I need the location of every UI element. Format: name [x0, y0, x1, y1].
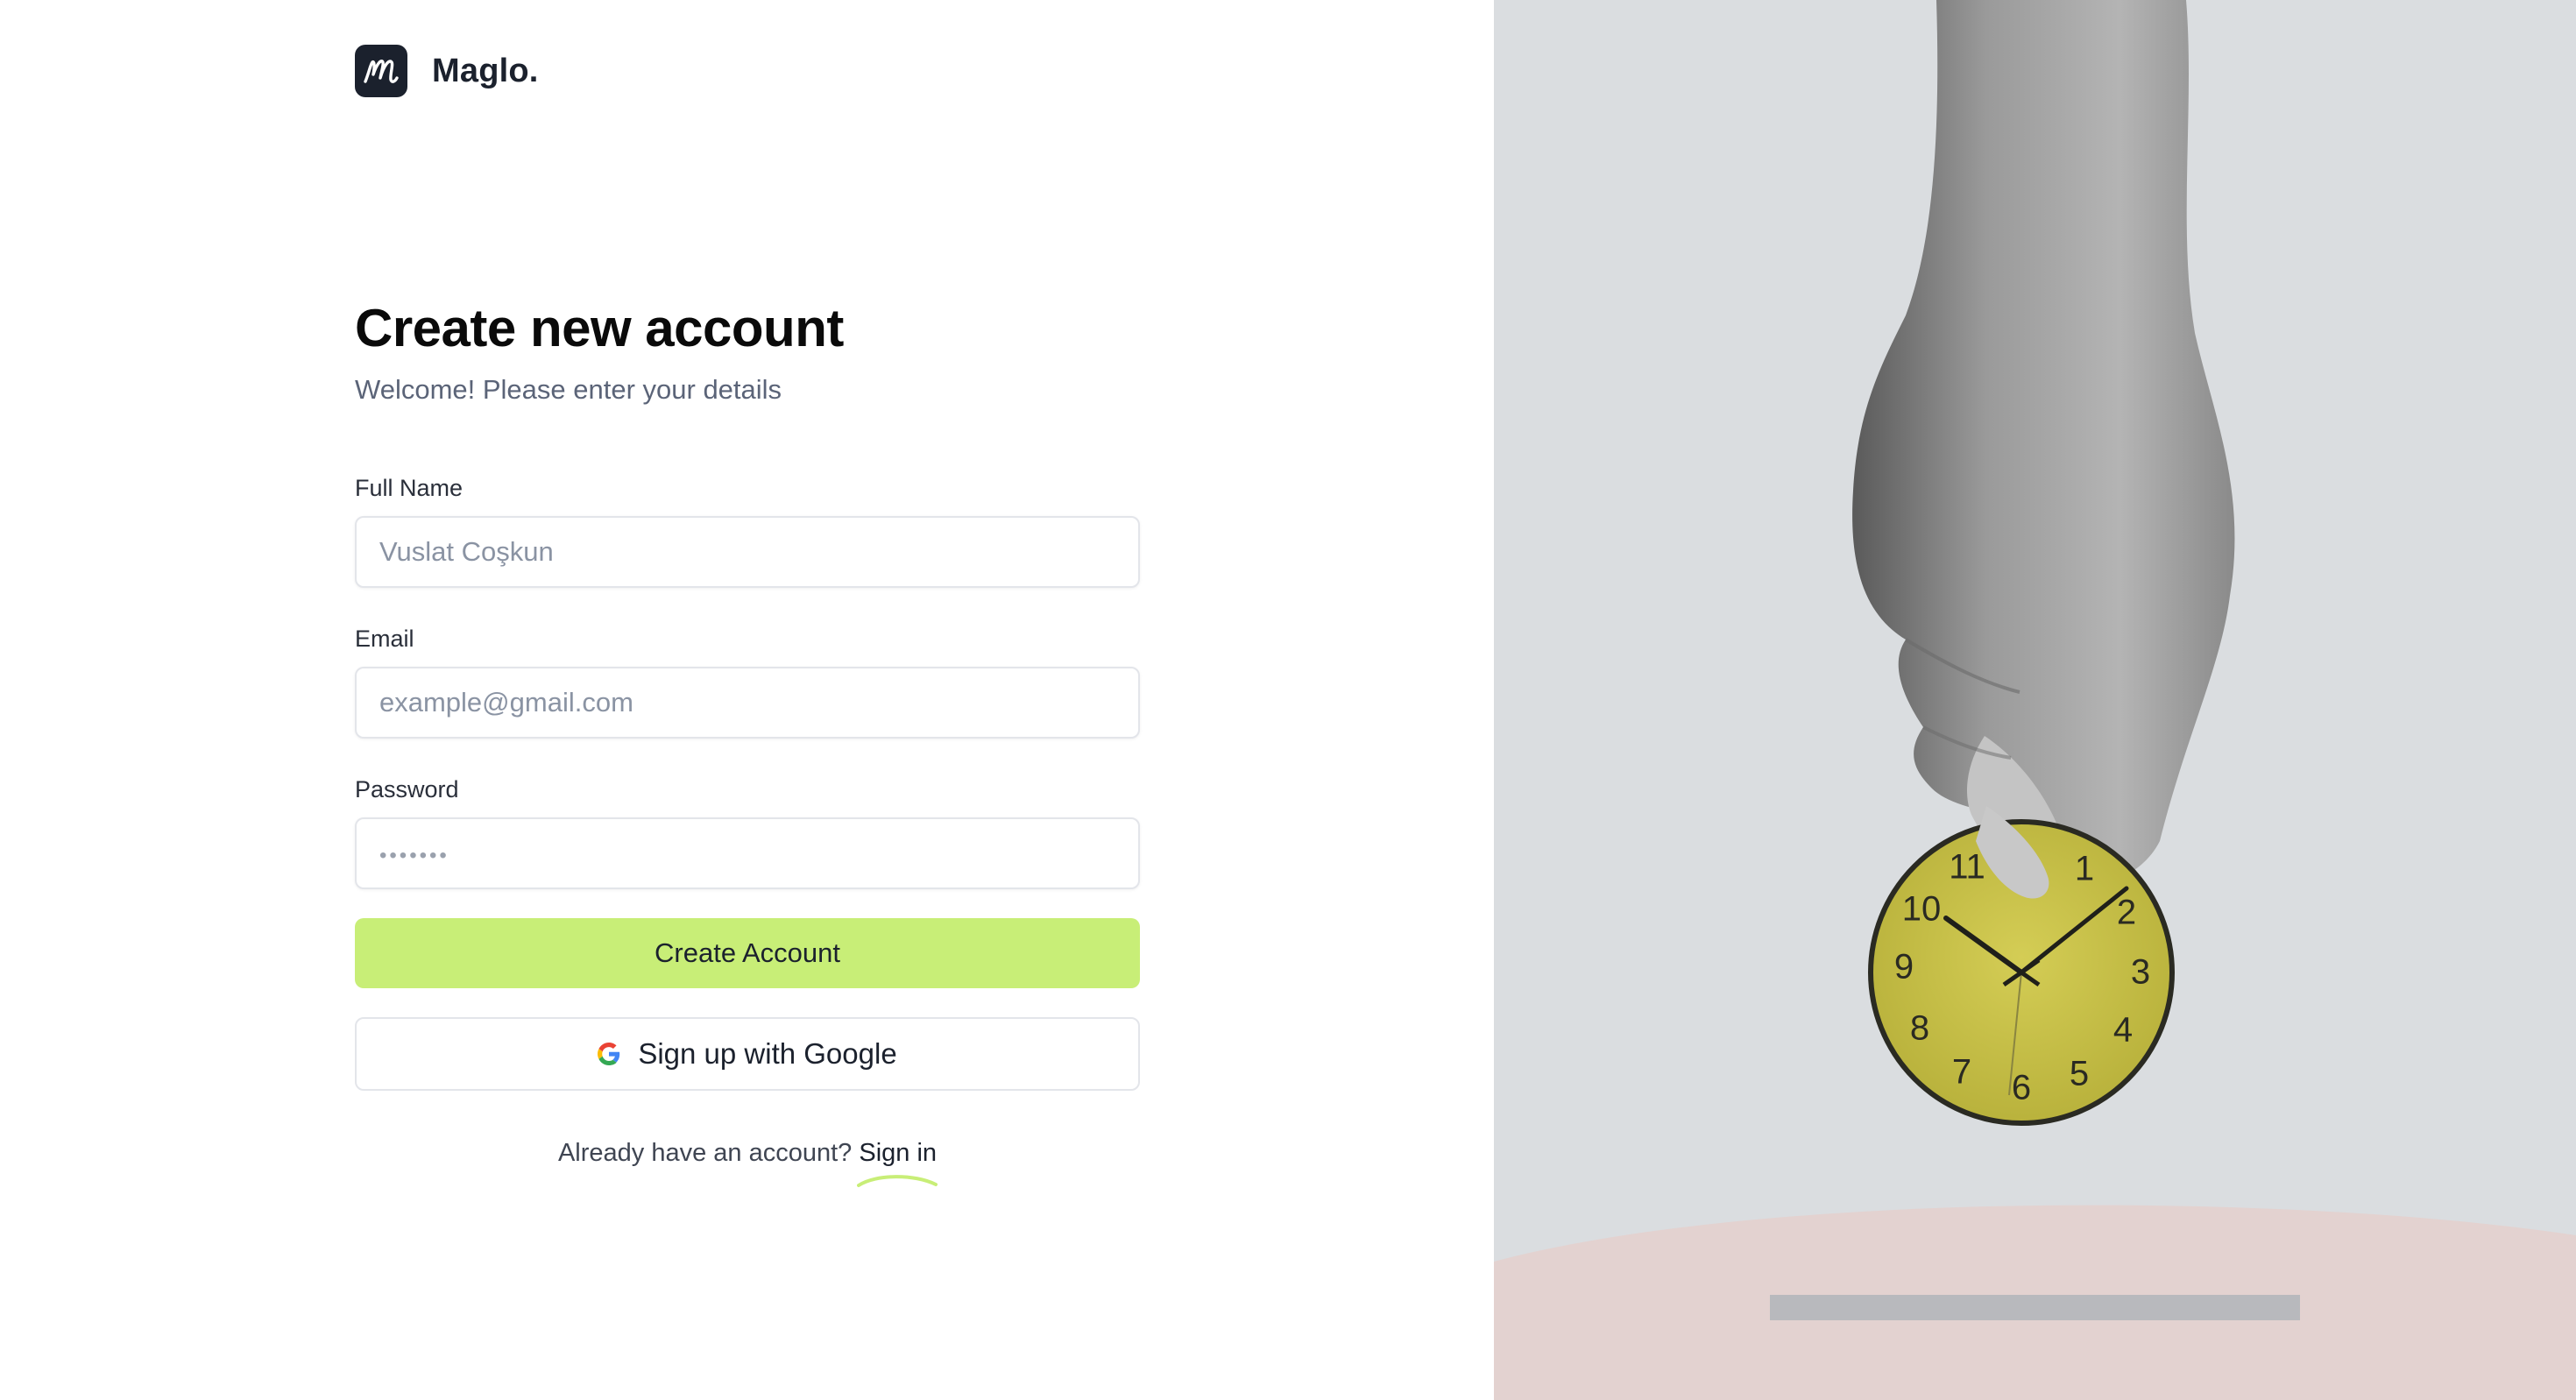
clock-numeral: 10 [1902, 890, 1942, 929]
clock-numeral: 7 [1952, 1053, 1971, 1092]
hand-holding-clock-illustration: 11 1 2 10 9 3 8 4 7 6 5 [1494, 0, 2576, 1400]
email-input[interactable] [357, 668, 1138, 737]
clock-numeral: 9 [1894, 948, 1914, 986]
illustration-panel: 11 1 2 10 9 3 8 4 7 6 5 [1494, 0, 2576, 1400]
clock-numeral: 4 [2113, 1011, 2133, 1050]
arm-shape [1852, 0, 2235, 887]
email-label: Email [355, 626, 414, 652]
maglo-logo-icon [355, 45, 407, 97]
coin-slot-bar [1770, 1295, 2300, 1320]
password-field-wrapper [355, 817, 1140, 889]
clock-numeral: 2 [2117, 894, 2136, 932]
full-name-label: Full Name [355, 475, 464, 501]
clock-numeral: 8 [1910, 1009, 1929, 1048]
signin-prompt-text: Already have an account? [557, 1139, 853, 1167]
signin-link[interactable]: Sign in [857, 1139, 938, 1187]
page-subtitle: Welcome! Please enter your details [355, 374, 782, 405]
google-signup-button[interactable]: Sign up with Google [355, 1017, 1140, 1091]
signin-prompt: Already have an account? Sign in [355, 1139, 1140, 1187]
clock-numeral: 3 [2131, 953, 2150, 992]
full-name-input[interactable] [357, 518, 1138, 586]
create-account-button[interactable]: Create Account [355, 918, 1140, 988]
full-name-field-wrapper [355, 516, 1140, 588]
brand-name: Maglo. [432, 52, 539, 89]
clock-numeral: 11 [1949, 848, 1985, 887]
create-account-label: Create Account [655, 937, 840, 968]
clock-numeral: 6 [2012, 1069, 2031, 1107]
signin-link-label: Sign in [859, 1139, 938, 1167]
brand-logo[interactable]: Maglo. [355, 45, 539, 97]
signin-underline-decoration [857, 1175, 938, 1187]
clock-numeral: 5 [2070, 1055, 2089, 1093]
page-title: Create new account [355, 299, 844, 357]
signup-panel: Maglo. Create new account Welcome! Pleas… [0, 0, 1494, 1400]
email-field-wrapper [355, 667, 1140, 739]
clock-numeral: 1 [2075, 850, 2094, 888]
password-label: Password [355, 776, 459, 803]
password-input[interactable] [357, 819, 1138, 887]
google-icon [598, 1043, 620, 1065]
google-signup-label: Sign up with Google [638, 1037, 897, 1070]
